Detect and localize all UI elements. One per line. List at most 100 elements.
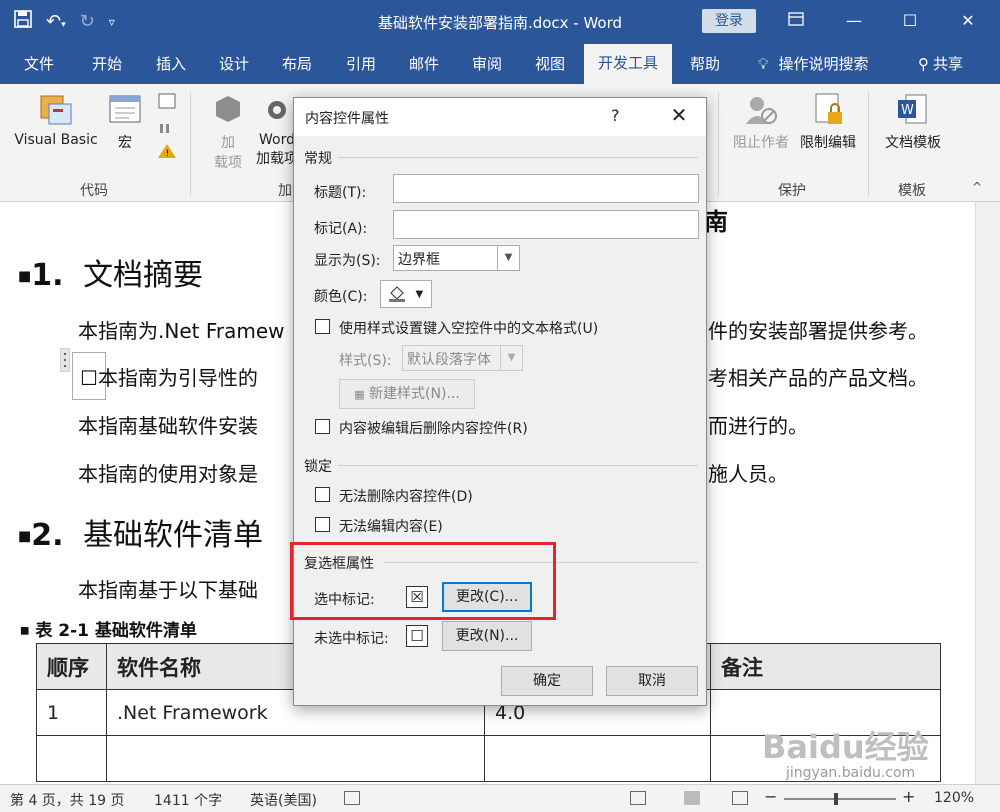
- tab-layout[interactable]: 布局: [282, 53, 312, 77]
- save-icon[interactable]: [14, 10, 32, 33]
- language[interactable]: 英语(美国): [250, 790, 317, 810]
- cannot-edit-label[interactable]: 无法编辑内容(E): [339, 516, 443, 536]
- maximize-icon[interactable]: ☐: [890, 6, 930, 36]
- ribbon-display-icon[interactable]: [776, 6, 816, 36]
- ribbon-separator: [868, 92, 869, 196]
- table-header-cell: 备注: [710, 643, 941, 690]
- add-ins-label-2: 载项: [214, 155, 242, 171]
- paragraph-2-right: 考相关产品的产品文档。: [708, 366, 928, 390]
- color-picker-button[interactable]: ▼: [380, 280, 432, 308]
- paragraph-3-left: 本指南基础软件安装: [78, 414, 258, 438]
- tell-me-search[interactable]: 💡︎ 操作说明搜索: [758, 53, 869, 77]
- title-label: 标题(T):: [314, 185, 367, 201]
- tab-references[interactable]: 引用: [346, 53, 376, 77]
- show-as-select[interactable]: 边界框 ▼: [393, 245, 520, 271]
- minimize-icon[interactable]: —: [834, 6, 874, 36]
- title-bar: ↶▾ ↻ ▿ 基础软件安装部署指南.docx - Word 登录 — ☐ ✕: [0, 0, 1000, 44]
- paint-bucket-icon: [387, 285, 411, 302]
- tab-design[interactable]: 设计: [219, 53, 249, 77]
- print-layout-icon[interactable]: [684, 791, 700, 805]
- macros-icon: [109, 95, 141, 123]
- zoom-in-icon[interactable]: +: [902, 787, 915, 806]
- zoom-level[interactable]: 120%: [934, 790, 974, 806]
- heading-1-text: 文档摘要: [83, 258, 204, 293]
- tab-help[interactable]: 帮助: [690, 53, 720, 77]
- tab-home[interactable]: 开始: [92, 53, 122, 77]
- tab-insert[interactable]: 插入: [156, 53, 186, 77]
- focus-mode-icon[interactable]: [630, 791, 646, 805]
- remove-after-edit-label[interactable]: 内容被编辑后删除内容控件(R): [339, 418, 528, 438]
- table-header-cell: 顺序: [36, 643, 107, 690]
- add-ins-button[interactable]: 加 载项: [208, 92, 248, 172]
- section-general: 常规: [304, 151, 332, 167]
- restrict-editing-icon: [815, 93, 842, 124]
- record-macro-icon[interactable]: !: [156, 92, 178, 166]
- document-template-button[interactable]: W 文档模板: [878, 92, 948, 152]
- web-layout-icon[interactable]: [732, 791, 748, 805]
- cancel-button[interactable]: 取消: [606, 666, 698, 696]
- remove-after-edit-checkbox[interactable]: [315, 419, 330, 434]
- use-style-checkbox[interactable]: [315, 319, 330, 334]
- baidu-watermark-url: jingyan.baidu.com: [786, 765, 916, 781]
- page-count[interactable]: 第 4 页，共 19 页: [10, 790, 125, 810]
- content-control-handle[interactable]: [59, 347, 71, 373]
- macros-button[interactable]: 宏: [104, 92, 146, 152]
- visual-basic-button[interactable]: Visual Basic: [14, 92, 98, 148]
- title-input[interactable]: [393, 174, 699, 203]
- tag-input[interactable]: [393, 210, 699, 239]
- tab-developer[interactable]: 开发工具: [584, 44, 673, 84]
- svg-text:!: !: [166, 149, 170, 159]
- tab-view[interactable]: 视图: [535, 53, 565, 77]
- dialog-titlebar: 内容控件属性 ? ✕: [294, 98, 706, 136]
- close-icon[interactable]: ✕: [664, 103, 694, 127]
- cannot-delete-label[interactable]: 无法删除内容控件(D): [339, 486, 473, 506]
- table-caption: ■ 表 2-1 基础软件清单: [20, 621, 197, 641]
- change-unchecked-symbol-button[interactable]: 更改(N)...: [442, 621, 532, 651]
- zoom-out-icon[interactable]: −: [764, 787, 777, 806]
- word-add-ins-button[interactable]: Word 加载项: [256, 92, 298, 168]
- unchecked-symbol-label: 未选中标记:: [314, 631, 389, 647]
- new-style-button[interactable]: ▦ 新建样式(N)...: [339, 379, 475, 409]
- paragraph-3-right: 而进行的。: [708, 414, 808, 438]
- login-button[interactable]: 登录: [702, 9, 756, 33]
- add-ins-icon: [216, 96, 240, 122]
- share-label: 共享: [933, 55, 964, 73]
- zoom-slider[interactable]: [784, 798, 896, 800]
- ok-button[interactable]: 确定: [501, 666, 593, 696]
- section-divider: [338, 157, 698, 158]
- style-label: 样式(S):: [339, 353, 392, 369]
- tab-mailings[interactable]: 邮件: [409, 53, 439, 77]
- cannot-delete-checkbox[interactable]: [315, 487, 330, 502]
- redo-icon[interactable]: ↻: [80, 11, 95, 32]
- section-locking: 锁定: [304, 459, 332, 475]
- customize-qat-icon[interactable]: ▿: [109, 15, 115, 29]
- section-divider: [338, 465, 698, 466]
- tab-review[interactable]: 审阅: [472, 53, 502, 77]
- style-value: 默认段落字体: [407, 352, 491, 368]
- help-icon[interactable]: ?: [611, 106, 620, 125]
- block-authors-button[interactable]: 阻止作者: [728, 92, 794, 152]
- word-count[interactable]: 1411 个字: [154, 790, 222, 810]
- table-cell: [106, 735, 485, 782]
- lightbulb-icon: 💡︎: [758, 55, 769, 73]
- share-button[interactable]: ⚲ 共享: [918, 53, 963, 77]
- chevron-down-icon: ▼: [500, 346, 522, 370]
- checkbox-content-control[interactable]: ☐: [80, 366, 98, 390]
- table-caption-text: 表 2-1 基础软件清单: [35, 621, 197, 641]
- cannot-edit-checkbox[interactable]: [315, 517, 330, 532]
- heading-1: ■1. 文档摘要: [18, 258, 204, 293]
- restrict-editing-button[interactable]: 限制编辑: [796, 92, 860, 152]
- vertical-scrollbar[interactable]: [975, 202, 1000, 784]
- tab-file[interactable]: 文件: [24, 53, 54, 77]
- zoom-slider-thumb[interactable]: [834, 793, 838, 805]
- status-bar: 第 4 页，共 19 页 1411 个字 英语(美国) − + 120%: [0, 784, 1000, 812]
- person-add-icon: ⚲: [918, 55, 929, 73]
- close-window-icon[interactable]: ✕: [948, 6, 988, 36]
- use-style-label[interactable]: 使用样式设置键入空控件中的文本格式(U): [339, 318, 598, 338]
- paragraph-5: 本指南基于以下基础: [78, 578, 258, 602]
- style-select[interactable]: 默认段落字体 ▼: [402, 345, 523, 371]
- undo-icon[interactable]: ↶▾: [46, 11, 66, 32]
- collapse-ribbon-icon[interactable]: ^: [972, 180, 982, 194]
- macro-recording-icon[interactable]: [344, 791, 360, 805]
- gear-icon: [268, 101, 286, 119]
